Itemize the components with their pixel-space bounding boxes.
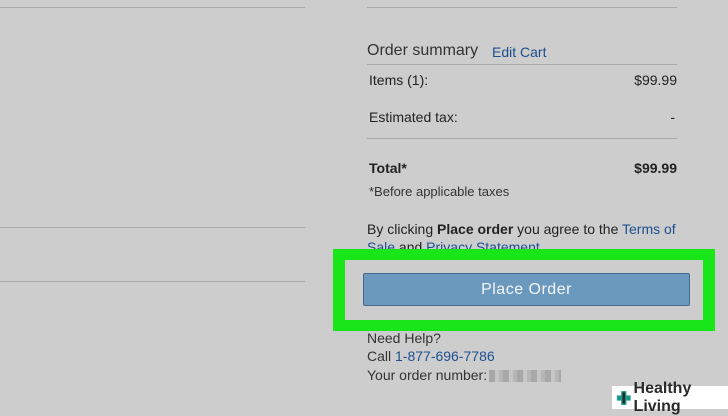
estimated-tax-label: Estimated tax: — [369, 109, 458, 125]
agreement-prefix: By clicking — [367, 221, 438, 237]
watermark: Healthy Living — [612, 380, 728, 415]
order-number-line: Your order number: — [367, 367, 562, 383]
order-number-label: Your order number: — [367, 367, 488, 383]
order-summary-title: Order summary — [367, 42, 479, 59]
top-divider-right — [367, 7, 677, 8]
need-help-title: Need Help? — [367, 330, 441, 346]
order-number-redacted — [489, 370, 562, 383]
plus-icon — [616, 390, 631, 405]
left-divider-1 — [0, 227, 305, 228]
terms-link[interactable]: Terms of — [622, 221, 676, 237]
privacy-link[interactable]: Privacy Statement — [426, 239, 540, 249]
top-divider-left — [0, 7, 305, 8]
items-value: $99.99 — [634, 72, 677, 88]
left-divider-2 — [0, 281, 305, 282]
help-call-line: Call 1-877-696-7786 — [367, 348, 495, 364]
agreement-and: and — [395, 239, 427, 249]
highlight-box: Place Order — [333, 249, 715, 331]
place-order-button[interactable]: Place Order — [363, 273, 690, 306]
edit-cart-link[interactable]: Edit Cart — [492, 44, 546, 60]
highlight-inner: Place Order — [345, 260, 703, 320]
estimated-tax-value: - — [670, 109, 675, 125]
watermark-text: Healthy Living — [633, 379, 692, 415]
tax-note: *Before applicable taxes — [369, 184, 510, 199]
summary-divider-bottom — [367, 138, 677, 139]
items-label: Items (1): — [369, 72, 429, 88]
terms-link-cont[interactable]: Sale — [367, 239, 395, 249]
total-label: Total* — [369, 160, 407, 176]
agreement-middle: you agree to the — [513, 221, 623, 237]
agreement-text-line2: Sale and Privacy Statement — [367, 239, 540, 249]
agreement-bold: Place order — [437, 221, 514, 237]
agreement-text: By clicking Place order you agree to the… — [367, 221, 676, 237]
call-prefix: Call — [367, 348, 396, 364]
summary-divider-top — [367, 64, 677, 65]
total-value: $99.99 — [634, 160, 677, 176]
phone-link[interactable]: 1-877-696-7786 — [395, 348, 495, 364]
